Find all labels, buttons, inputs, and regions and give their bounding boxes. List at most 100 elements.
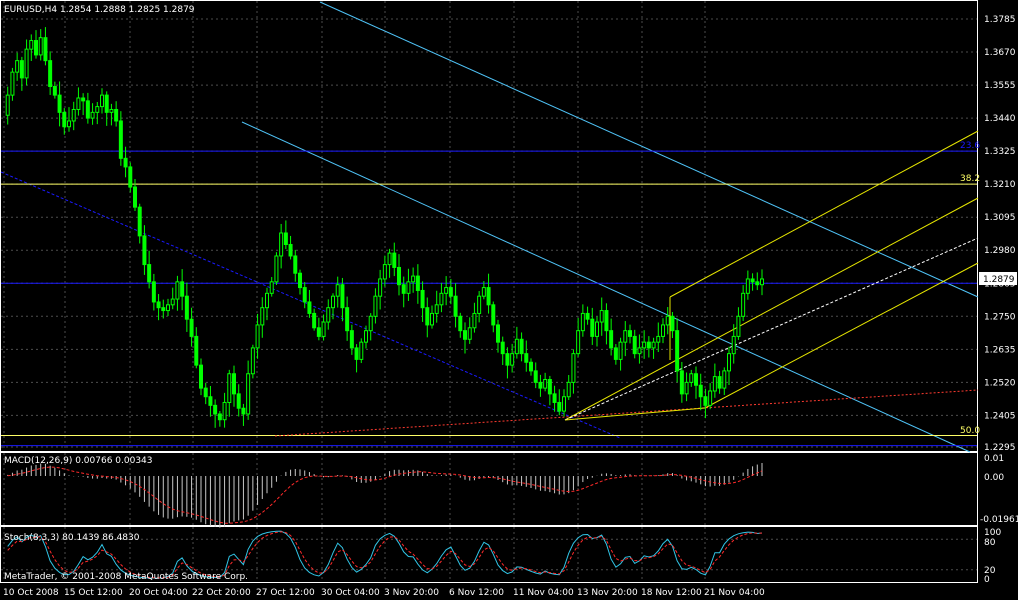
candle-body <box>236 393 241 409</box>
candle-body <box>491 304 496 326</box>
candle-body <box>217 413 222 421</box>
candle-body <box>265 292 269 309</box>
candle-body <box>166 304 170 312</box>
candle-body <box>57 94 62 113</box>
time-tick-label: 10 Oct 2008 <box>3 588 59 598</box>
candle-body <box>529 361 533 372</box>
price-tick-label: 1.2750 <box>984 312 1016 322</box>
macd-scale-bottom: -0.01961 <box>980 515 1018 525</box>
symbol-header: EURUSD,H4 1.2854 1.2888 1.2825 1.2879 <box>4 5 195 15</box>
candle-body <box>406 281 411 294</box>
candle-body <box>543 378 548 389</box>
candle-body <box>557 401 562 412</box>
main-price-panel[interactable] <box>0 0 978 452</box>
candle-body <box>269 281 274 294</box>
stoch-label: Stoch(8,3,3) 80.1439 86.4830 <box>4 533 140 543</box>
trading-chart[interactable]: 1.3785 1.3670 1.3555 1.3440 1.3325 1.3210 1.30… <box>0 0 1018 600</box>
price-tick-label: 1.3210 <box>984 180 1016 190</box>
pitchfork-median-line <box>564 237 979 421</box>
candle-body <box>312 312 317 329</box>
candle-body <box>387 252 392 266</box>
price-tick-label: 1.3440 <box>984 114 1016 124</box>
candle-body <box>161 307 166 312</box>
pitchfork-handle <box>564 407 706 421</box>
candle-body <box>448 287 453 297</box>
candle-body <box>15 60 20 73</box>
price-tick-label: 1.3555 <box>984 81 1016 91</box>
candle-body <box>359 341 364 360</box>
candle-body <box>279 232 284 257</box>
candle-body <box>566 381 571 398</box>
macd-scale-zero: 0.00 <box>984 473 1004 483</box>
candle-body <box>81 97 86 102</box>
candle-body <box>340 284 345 309</box>
candle-body <box>430 312 434 326</box>
candle-body <box>123 157 128 168</box>
candle-body <box>618 341 623 360</box>
candle-body <box>128 166 133 188</box>
candle-body <box>156 301 161 309</box>
candle-body <box>203 387 208 398</box>
candle-body <box>590 318 595 337</box>
pitchfork-line <box>669 130 979 298</box>
candle-body <box>76 97 81 110</box>
candle-body <box>213 404 218 415</box>
candle-body <box>354 347 359 360</box>
price-tick-label: 1.3670 <box>984 48 1016 58</box>
time-tick-label: 27 Oct 12:00 <box>256 588 315 598</box>
fib-label-top: 23.6 <box>960 141 980 151</box>
candle-body <box>288 243 293 257</box>
candle-body <box>147 264 152 283</box>
candle-body <box>378 278 383 297</box>
stoch-scale-0: 0 <box>984 575 990 585</box>
copyright-text: MetaTrader, © 2001-2008 MetaQuotes Softw… <box>4 572 248 582</box>
time-tick-label: 22 Oct 20:00 <box>192 588 251 598</box>
candle-body <box>562 396 566 412</box>
candle-body <box>420 289 425 309</box>
candle-body <box>250 347 255 375</box>
candle-body <box>19 60 24 79</box>
candle-body <box>731 335 736 355</box>
candle-body <box>321 321 326 337</box>
time-tick-label: 30 Oct 04:00 <box>321 588 380 598</box>
stoch-scale-80: 80 <box>984 538 996 548</box>
candle-body <box>199 364 203 389</box>
time-tick-label: 15 Oct 12:00 <box>64 588 123 598</box>
candle-body <box>477 295 482 314</box>
candle-body <box>679 370 684 395</box>
candle-body <box>481 287 486 297</box>
candle-body <box>646 341 651 349</box>
time-tick-label: 3 Nov 20:00 <box>384 588 439 598</box>
stoch-scale-100: 100 <box>984 528 1001 538</box>
candle-body <box>208 396 213 406</box>
candle-body <box>302 287 307 303</box>
candle-body <box>137 206 142 237</box>
candle-body <box>180 281 185 297</box>
candle-body <box>411 275 416 283</box>
candle-body <box>184 295 189 320</box>
candle-body <box>745 278 750 294</box>
candle-body <box>415 275 420 291</box>
candle-body <box>500 341 505 355</box>
candle-body <box>241 407 246 415</box>
candle-body <box>703 396 708 406</box>
candle-body <box>576 330 581 355</box>
candle-body <box>467 327 472 340</box>
macd-scale-top: 0.01 <box>984 454 1004 464</box>
candle-body <box>665 315 670 326</box>
candle-body <box>580 312 585 332</box>
candle-body <box>368 315 373 332</box>
candle-body <box>496 324 500 343</box>
candle-body <box>623 330 628 343</box>
candle-body <box>373 295 378 317</box>
candle-body <box>661 324 665 337</box>
candle-body <box>651 341 656 349</box>
macd-label: MACD(12,26,9) 0.00766 0.00343 <box>4 456 153 466</box>
candle-body <box>599 310 604 323</box>
price-tick-label: 1.2295 <box>984 443 1016 453</box>
candle-body <box>727 353 731 372</box>
candle-body <box>175 281 180 300</box>
candle-body <box>170 298 175 306</box>
candle-body <box>52 86 57 96</box>
candle-body <box>48 60 53 88</box>
